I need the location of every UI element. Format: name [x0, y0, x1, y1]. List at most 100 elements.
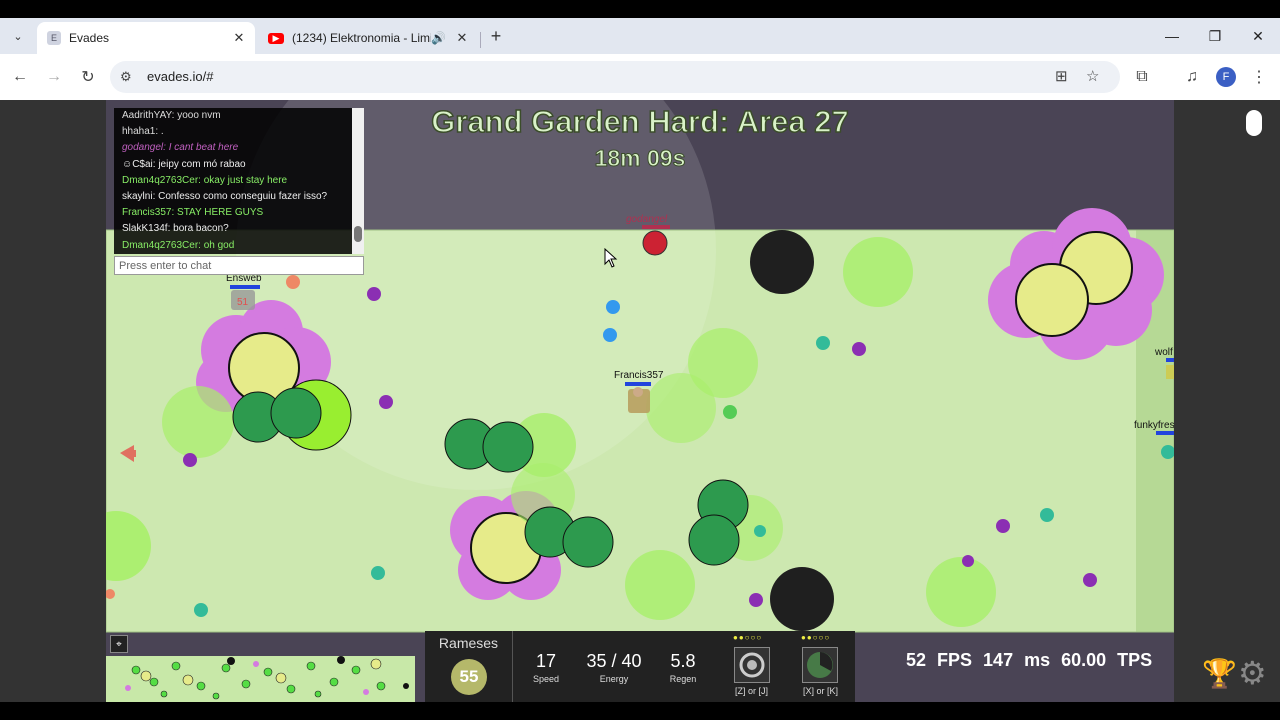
ability-cooldown-icon [807, 652, 833, 678]
player-name-label: wolf [1155, 347, 1173, 358]
browser-menu-icon[interactable]: ⋮ [1247, 65, 1271, 89]
performance-readout: 52 FPS 147 ms 60.00 TPS [906, 650, 1152, 671]
tab-separator [480, 32, 481, 48]
translate-icon[interactable]: ⊞ [1055, 67, 1068, 85]
player-francis357-hero [628, 387, 650, 413]
ability-slot-1[interactable] [734, 647, 770, 683]
enemy-dark [750, 230, 814, 294]
tab-title: (1234) Elektronomia - Limitl [292, 31, 432, 45]
mouse-cursor-icon [604, 248, 618, 268]
reload-button[interactable]: ↻ [76, 65, 100, 89]
new-tab-button[interactable]: + [484, 27, 508, 47]
hero-level-badge: 55 [451, 659, 487, 695]
fps-value: 52 FPS [906, 650, 973, 670]
ability-spiral-icon [739, 652, 765, 678]
player-godangel-ball [642, 230, 668, 256]
enemy-lime [926, 557, 996, 627]
tab-youtube[interactable]: ▶ (1234) Elektronomia - Limitl 🔊 ✕ [258, 22, 478, 54]
site-info-icon[interactable]: ⚙ [120, 69, 132, 85]
enemy-green [270, 387, 322, 439]
enemy-lime [625, 550, 695, 620]
chat-message: hhaha1: . [122, 126, 164, 138]
enemy-green [482, 421, 534, 473]
address-bar[interactable]: ⚙ evades.io/# ⊞ ☆ [110, 61, 1120, 93]
chat-message: ☺C$ai: jeipy com mó rabao [122, 158, 246, 170]
ping-value: 147 ms [983, 650, 1051, 670]
player-health-bar [642, 225, 670, 229]
minimize-button[interactable]: — [1150, 18, 1194, 54]
chat-input[interactable]: Press enter to chat [114, 256, 364, 275]
minimap-dots [125, 656, 409, 700]
enemy-dark [770, 567, 834, 631]
player-health-bar [1166, 358, 1174, 362]
enemy-green [688, 514, 740, 566]
energy-label: Energy [599, 674, 629, 684]
enemy-lime [162, 386, 234, 458]
player-health-bar [230, 285, 260, 289]
enemy-blue [603, 328, 617, 342]
trophy-icon[interactable]: 🏆 [1202, 657, 1237, 690]
close-tab-icon[interactable]: ✕ [229, 30, 249, 46]
chat-message: AadrithYAY: yooo nvm [122, 110, 221, 121]
speed-stat[interactable]: 17 Speed [531, 651, 561, 684]
speed-label: Speed [532, 674, 560, 684]
player-name-label: funkyfres [1134, 420, 1174, 431]
tps-value: 60.00 TPS [1061, 650, 1153, 670]
url-text: evades.io/# [147, 69, 214, 84]
bookmark-star-icon[interactable]: ☆ [1086, 67, 1099, 85]
chat-scrollbar-thumb[interactable] [354, 226, 362, 242]
hero-name: Rameses [438, 635, 499, 651]
chat-message-list: AadrithYAY: yooo nvm hhaha1: . godangel: I… [114, 108, 364, 254]
player-wolf-hero [1166, 365, 1174, 379]
speed-value: 17 [535, 651, 557, 671]
player-health-bar [625, 382, 651, 386]
screen-bottom-border [0, 702, 1280, 720]
player-name-label: godangel [626, 214, 668, 225]
tab-evades[interactable]: E Evades ✕ [37, 22, 255, 54]
enemy-lime [843, 237, 913, 307]
regen-stat[interactable]: 5.8 Regen [663, 651, 703, 684]
ability1-key-hint: [Z] or [J] [735, 686, 769, 696]
tab-search-dropdown[interactable]: ⌄ [8, 26, 28, 46]
ability2-key-hint: [X] or [K] [803, 686, 839, 696]
chat-message: Francis357: STAY HERE GUYS [122, 207, 264, 219]
enemy-small-green [723, 405, 737, 419]
player-name-label: Francis357 [614, 370, 664, 381]
media-control-icon[interactable]: ♫ [1180, 65, 1204, 89]
restore-button[interactable]: ❐ [1193, 18, 1237, 54]
close-window-button[interactable]: ✕ [1236, 18, 1280, 54]
chat-message: SlakK134f: bora bacon? [122, 223, 229, 235]
profile-avatar[interactable]: F [1216, 67, 1236, 87]
enemy-blue [606, 300, 620, 314]
ability-slot-2[interactable] [802, 647, 838, 683]
enemy-lime [646, 373, 716, 443]
chat-log[interactable]: AadrithYAY: yooo nvm hhaha1: . godangel: I… [114, 108, 364, 254]
chat-message: Dman4q2763Cer: okay just stay here [122, 174, 288, 186]
back-button[interactable]: ← [8, 65, 32, 89]
close-tab-icon[interactable]: ✕ [452, 30, 472, 46]
chat-message: Dman4q2763Cer: oh god [122, 239, 235, 251]
energy-value: 35 / 40 [586, 651, 642, 671]
minimap [106, 656, 415, 702]
energy-stat: 35 / 40 Energy [581, 651, 647, 684]
browser-tabstrip: ⌄ E Evades ✕ ▶ (1234) Elektronomia - Lim… [0, 18, 1280, 54]
forward-button[interactable]: → [42, 65, 66, 89]
gear-icon[interactable]: ⚙ [1238, 654, 1267, 692]
chat-scrollbar[interactable] [352, 108, 364, 254]
player-health-bar [1156, 431, 1174, 435]
evades-favicon-icon: E [47, 31, 61, 45]
extensions-icon[interactable]: ⧉ [1130, 65, 1154, 89]
tab-title: Evades [69, 31, 110, 45]
ability2-level-dots: ●●○○○ [801, 633, 831, 642]
browser-toolbar: ← → ↻ ⚙ evades.io/# ⊞ ☆ ⧉ ♫ F ⋮ [0, 54, 1280, 101]
hero-panel: Rameses 55 [425, 631, 513, 702]
enemy-green [562, 516, 614, 568]
player-counter: 51 [237, 297, 249, 308]
youtube-icon: ▶ [268, 32, 284, 44]
map-pin-icon[interactable]: ⌖ [110, 635, 128, 653]
speaker-icon[interactable]: 🔊 [431, 31, 446, 45]
ability1-level-dots: ●●○○○ [733, 633, 763, 642]
regen-value: 5.8 [670, 651, 696, 671]
chat-message: skaylni: Confesso como conseguiu fazer i… [122, 191, 328, 203]
regen-label: Regen [669, 674, 697, 684]
